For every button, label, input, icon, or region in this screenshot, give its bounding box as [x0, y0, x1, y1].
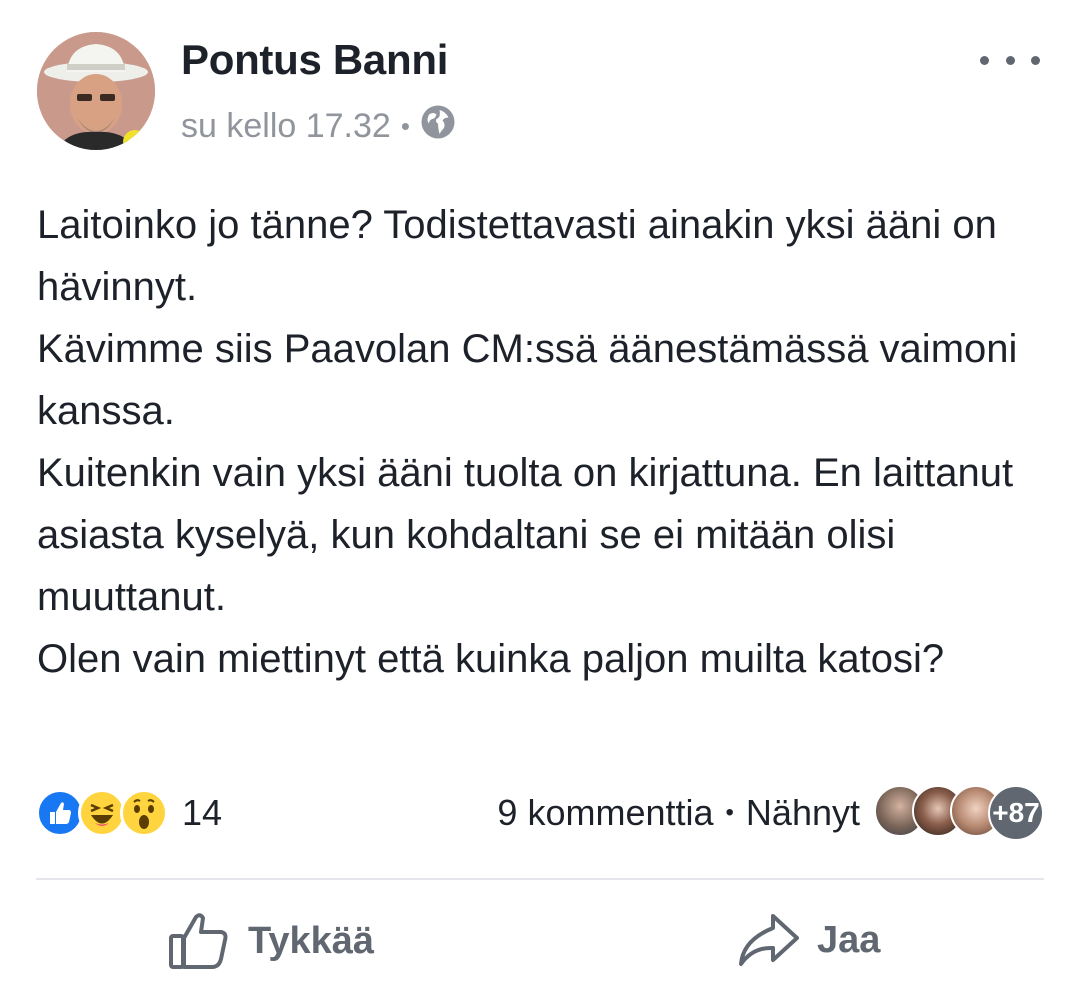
- comment-count-link[interactable]: 9 kommenttia: [497, 792, 713, 834]
- post-paragraph: Kuitenkin vain yksi ääni tuolta on kirja…: [37, 451, 1014, 619]
- wow-reaction-icon: [120, 789, 168, 837]
- more-options-icon[interactable]: [980, 48, 1040, 72]
- share-arrow-icon: [739, 914, 799, 966]
- seen-more-count: +87: [988, 785, 1044, 841]
- like-button-label: Tykkää: [248, 919, 375, 962]
- post-stats: 9 kommenttia • Nähnyt +87: [497, 785, 1044, 841]
- post-paragraph: Olen vain miettinyt että kuinka paljon m…: [37, 637, 945, 681]
- divider: [36, 878, 1044, 880]
- globe-icon: [420, 104, 456, 149]
- author-avatar[interactable]: [37, 32, 155, 150]
- reactions-summary[interactable]: 14: [36, 789, 222, 837]
- author-name[interactable]: Pontus Banni: [181, 36, 448, 84]
- post-paragraph: Kävimme siis Paavolan CM:ssä äänestämäss…: [37, 327, 1018, 433]
- meta-separator: •: [400, 111, 410, 141]
- seen-by-label[interactable]: Nähnyt: [746, 792, 860, 834]
- thumbs-up-icon: [169, 913, 228, 969]
- post-paragraph: Laitoinko jo tänne? Todistettavasti aina…: [37, 203, 997, 309]
- seen-by-avatars[interactable]: +87: [874, 785, 1044, 841]
- share-button-label: Jaa: [817, 918, 881, 961]
- like-reaction-icon: [36, 789, 84, 837]
- post-body: Laitoinko jo tänne? Todistettavasti aina…: [37, 194, 1047, 690]
- stats-separator: •: [725, 799, 734, 826]
- haha-reaction-icon: [78, 789, 126, 837]
- like-button[interactable]: Tykkää: [168, 912, 374, 970]
- share-button[interactable]: Jaa: [737, 912, 880, 968]
- post-timestamp[interactable]: su kello 17.32: [181, 107, 391, 146]
- reaction-count: 14: [182, 792, 223, 833]
- post-meta: su kello 17.32 •: [181, 104, 456, 149]
